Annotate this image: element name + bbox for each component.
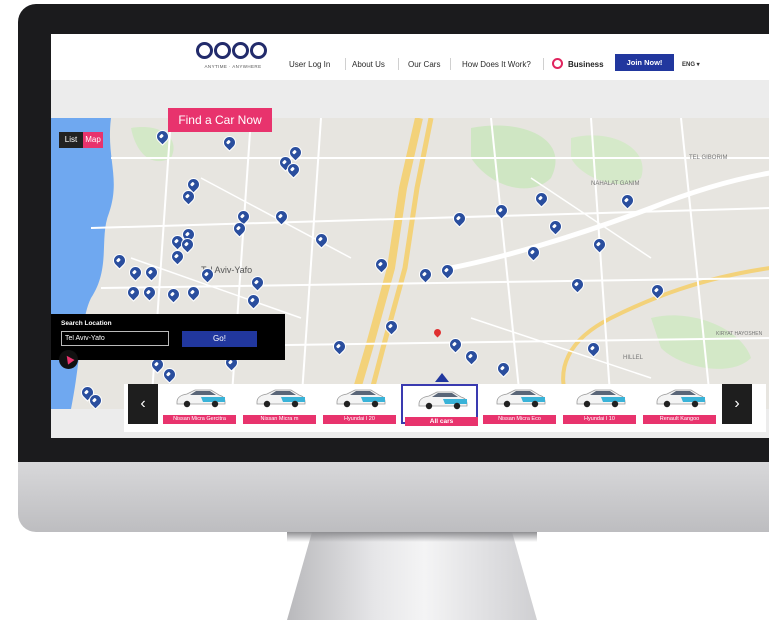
- car-card-label: Hyundai I 10: [563, 415, 636, 424]
- nav-our-cars[interactable]: Our Cars: [408, 60, 440, 69]
- car-card-label: Hyundai I 20: [323, 415, 396, 424]
- logo-letter-o: [214, 42, 231, 59]
- logo-letter-z: [232, 42, 249, 59]
- nav-divider: [450, 58, 451, 70]
- car-card[interactable]: Nissan Micra m: [241, 384, 318, 424]
- find-car-banner: Find a Car Now: [168, 108, 272, 132]
- car-thumbnail: [336, 389, 386, 408]
- car-thumbnail: [576, 389, 626, 408]
- nav-business[interactable]: Business: [568, 60, 604, 69]
- nav-about-us[interactable]: About Us: [352, 60, 385, 69]
- language-selector[interactable]: ENG ▾: [682, 61, 700, 68]
- car-card[interactable]: Nissan Micra Eco: [481, 384, 558, 424]
- nav-how-it-works[interactable]: How Does It Work?: [462, 60, 531, 69]
- nav-divider: [345, 58, 346, 70]
- nav-divider: [398, 58, 399, 70]
- tab-map[interactable]: Map: [83, 132, 103, 148]
- car-card-label: Nissan Micra Gercitra: [163, 415, 236, 424]
- website-screen: ANYTIME · ANYWHERE User Log In About Us …: [51, 34, 769, 438]
- nav-user-login[interactable]: User Log In: [289, 60, 330, 69]
- join-now-button[interactable]: Join Now!: [615, 54, 674, 71]
- gozo-logo[interactable]: ANYTIME · ANYWHERE: [194, 39, 270, 75]
- selected-card-caret: [435, 373, 449, 382]
- car-card[interactable]: Hyundai I 10: [561, 384, 638, 424]
- monitor-stand: [287, 532, 537, 620]
- car-thumbnail: [418, 391, 468, 410]
- monitor-stand-shadow: [287, 532, 537, 542]
- map-label-nahalat-ganim: NAHALAT GANIM: [591, 181, 640, 187]
- map-view[interactable]: Tel Aviv-Yafo TEL GIBORIM NAHALAT GANIM …: [51, 118, 769, 409]
- car-card[interactable]: Renault Kangoo: [641, 384, 718, 424]
- car-carousel: ‹ Nissan Micra Gercitra Nissan Micra m Hyu…: [124, 384, 766, 432]
- map-label-tel-giborim: TEL GIBORIM: [689, 155, 728, 161]
- car-card-all-cars[interactable]: All cars: [401, 384, 478, 426]
- car-card[interactable]: Hyundai I 20: [321, 384, 398, 424]
- car-card-label: Nissan Micra m: [243, 415, 316, 424]
- car-thumbnail: [256, 389, 306, 408]
- tab-list[interactable]: List: [59, 132, 83, 148]
- logo-letter-o2: [250, 42, 267, 59]
- search-location-label: Search Location: [61, 320, 112, 327]
- logo-tagline: ANYTIME · ANYWHERE: [204, 64, 262, 69]
- search-location-input[interactable]: [61, 331, 169, 346]
- business-icon: [552, 58, 563, 69]
- carousel-next-button[interactable]: ›: [722, 384, 752, 424]
- carousel-prev-button[interactable]: ‹: [128, 384, 158, 424]
- car-card[interactable]: Nissan Micra Gercitra: [161, 384, 238, 424]
- map-label-kiryat-hayoshen: KIRYAT HAYOSHEN: [716, 331, 763, 337]
- logo-letter-g: [196, 42, 213, 59]
- car-card-label: Renault Kangoo: [643, 415, 716, 424]
- monitor-chin: [18, 462, 769, 532]
- map-label-hillel: HILLEL: [623, 355, 644, 361]
- go-button[interactable]: Go!: [182, 331, 257, 347]
- car-thumbnail: [496, 389, 546, 408]
- site-header: ANYTIME · ANYWHERE User Log In About Us …: [51, 34, 769, 80]
- locate-me-icon[interactable]: [59, 350, 78, 369]
- nav-divider: [543, 58, 544, 70]
- car-thumbnail: [656, 389, 706, 408]
- car-card-label: Nissan Micra Eco: [483, 415, 556, 424]
- car-thumbnail: [176, 389, 226, 408]
- car-card-label: All cars: [405, 417, 478, 426]
- search-location-panel: Search Location Go!: [51, 314, 285, 360]
